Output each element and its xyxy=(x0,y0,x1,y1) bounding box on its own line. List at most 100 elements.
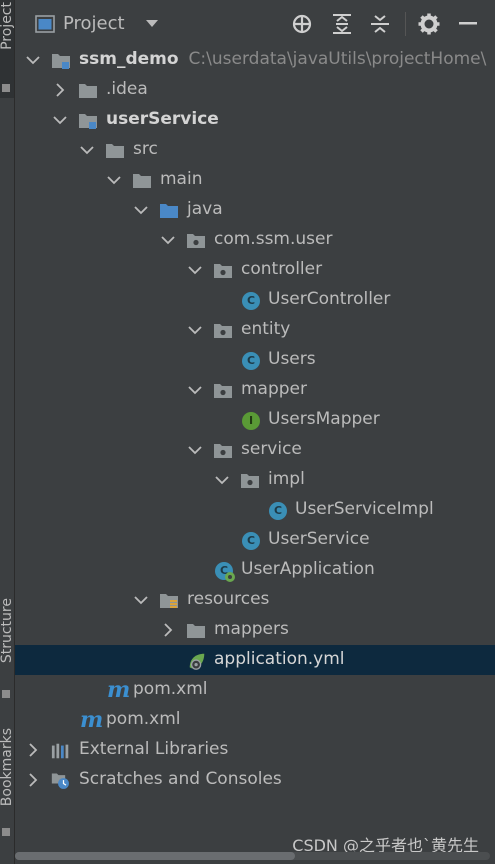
tree-row-scratches[interactable]: Scratches and Consoles xyxy=(15,765,495,795)
tree-row-src[interactable]: src xyxy=(15,135,495,165)
tree-row-controller[interactable]: controller xyxy=(15,255,495,285)
project-path: C:\userdata\javaUtils\projectHome\ xyxy=(188,49,487,69)
tree-row-mappers[interactable]: mappers xyxy=(15,615,495,645)
tree-label-mapper: mapper xyxy=(241,379,308,399)
tree-row-mapper[interactable]: mapper xyxy=(15,375,495,405)
tree-row-ssm-demo[interactable]: ssm_demo C:\userdata\javaUtils\projectHom… xyxy=(15,45,495,75)
folder-icon xyxy=(106,144,124,158)
scrollbar-thumb[interactable] xyxy=(15,852,295,860)
tree-row-userserviceimpl[interactable]: C UserServiceImpl xyxy=(15,495,495,525)
tree-row-main[interactable]: main xyxy=(15,165,495,195)
tree-row-usercontroller[interactable]: C UserController xyxy=(15,285,495,315)
tree-label-application-yml: application.yml xyxy=(214,649,345,669)
tree-row-userservice-class[interactable]: C UserService xyxy=(15,525,495,555)
tree-row-users[interactable]: C Users xyxy=(15,345,495,375)
tree-label-package: com.ssm.user xyxy=(214,229,333,249)
chevron-down-icon[interactable] xyxy=(187,322,203,338)
package-icon xyxy=(187,234,205,248)
tree-row-impl[interactable]: impl xyxy=(15,465,495,495)
tree-row-userapplication[interactable]: C UserApplication xyxy=(15,555,495,585)
tree-label-controller: controller xyxy=(241,259,323,279)
chevron-down-icon[interactable] xyxy=(25,52,41,68)
dropdown-icon[interactable] xyxy=(145,19,159,29)
chevron-down-icon[interactable] xyxy=(187,262,203,278)
module-folder-icon xyxy=(79,114,97,129)
tree-row-idea[interactable]: .idea xyxy=(15,75,495,105)
tree-label-userservice-class: UserService xyxy=(268,529,370,549)
libraries-icon xyxy=(51,743,69,759)
tree-row-external-libraries[interactable]: External Libraries xyxy=(15,735,495,765)
gear-icon[interactable] xyxy=(418,13,440,35)
tree-label-userservice: userService xyxy=(106,109,219,129)
tree-label-resources: resources xyxy=(187,589,270,609)
maven-icon: m xyxy=(107,677,131,703)
spring-config-icon xyxy=(189,653,205,670)
tree-row-application-yml[interactable]: application.yml xyxy=(15,645,495,675)
resources-folder-icon xyxy=(160,594,178,608)
package-icon xyxy=(214,264,232,278)
project-tab-icon xyxy=(2,84,10,92)
horizontal-scrollbar[interactable] xyxy=(15,852,490,860)
package-icon xyxy=(214,384,232,398)
left-tool-stripe: Project Structure Bookmarks xyxy=(0,0,15,864)
chevron-right-icon[interactable] xyxy=(160,622,176,638)
panel-title[interactable]: Project xyxy=(63,13,125,34)
structure-tab-icon xyxy=(2,690,10,698)
tree-label-scratches: Scratches and Consoles xyxy=(79,769,282,789)
expand-all-icon[interactable] xyxy=(332,13,352,35)
maven-icon: m xyxy=(80,707,104,733)
chevron-down-icon[interactable] xyxy=(187,382,203,398)
chevron-down-icon[interactable] xyxy=(52,112,68,128)
tree-label-usersmapper: UsersMapper xyxy=(268,409,380,429)
package-icon xyxy=(214,324,232,338)
tree-label-mappers: mappers xyxy=(214,619,289,639)
tree-row-root-pom[interactable]: m pom.xml xyxy=(15,705,495,735)
tree-label-usercontroller: UserController xyxy=(268,289,391,309)
project-toolbar: Project xyxy=(15,0,495,46)
chevron-down-icon[interactable] xyxy=(133,202,149,218)
tree-row-entity[interactable]: entity xyxy=(15,315,495,345)
source-folder-icon xyxy=(160,204,178,218)
module-folder-icon xyxy=(52,54,70,69)
tree-label-service: service xyxy=(241,439,302,459)
chevron-right-icon[interactable] xyxy=(52,82,68,98)
class-icon: C xyxy=(242,292,260,310)
locate-icon[interactable] xyxy=(291,13,313,35)
chevron-down-icon[interactable] xyxy=(133,592,149,608)
tree-label-java: java xyxy=(187,199,223,219)
project-side-tab[interactable]: Project xyxy=(0,2,15,50)
tree-row-service[interactable]: service xyxy=(15,435,495,465)
class-icon: C xyxy=(269,502,287,520)
tree-label-root-pom: pom.xml xyxy=(106,709,181,729)
tree-label-entity: entity xyxy=(241,319,291,339)
tree-label-idea: .idea xyxy=(106,79,148,99)
chevron-down-icon[interactable] xyxy=(106,172,122,188)
bookmarks-side-tab[interactable]: Bookmarks xyxy=(0,728,15,806)
tree-label-userserviceimpl: UserServiceImpl xyxy=(295,499,434,519)
chevron-down-icon[interactable] xyxy=(79,142,95,158)
tree-row-java[interactable]: java xyxy=(15,195,495,225)
chevron-down-icon[interactable] xyxy=(160,232,176,248)
class-icon: C xyxy=(242,352,260,370)
structure-side-tab[interactable]: Structure xyxy=(0,598,15,663)
tree-row-module-pom[interactable]: m pom.xml xyxy=(15,675,495,705)
interface-icon: I xyxy=(242,412,260,430)
tree-label-userapplication: UserApplication xyxy=(241,559,375,579)
chevron-down-icon[interactable] xyxy=(187,442,203,458)
spring-leaf-icon xyxy=(225,572,235,582)
collapse-all-icon[interactable] xyxy=(370,13,390,35)
tree-row-userservice[interactable]: userService xyxy=(15,105,495,135)
chevron-right-icon[interactable] xyxy=(25,772,41,788)
folder-icon xyxy=(187,624,205,638)
tree-label-external-libraries: External Libraries xyxy=(79,739,229,759)
tree-row-usersmapper[interactable]: I UsersMapper xyxy=(15,405,495,435)
tree-row-package-root[interactable]: com.ssm.user xyxy=(15,225,495,255)
class-icon: C xyxy=(242,532,260,550)
scratches-icon xyxy=(51,773,69,789)
tree-row-resources[interactable]: resources xyxy=(15,585,495,615)
package-icon xyxy=(214,444,232,458)
toolbar-divider xyxy=(405,12,406,36)
chevron-down-icon[interactable] xyxy=(214,472,230,488)
minimize-icon[interactable] xyxy=(459,22,477,26)
chevron-right-icon[interactable] xyxy=(25,742,41,758)
